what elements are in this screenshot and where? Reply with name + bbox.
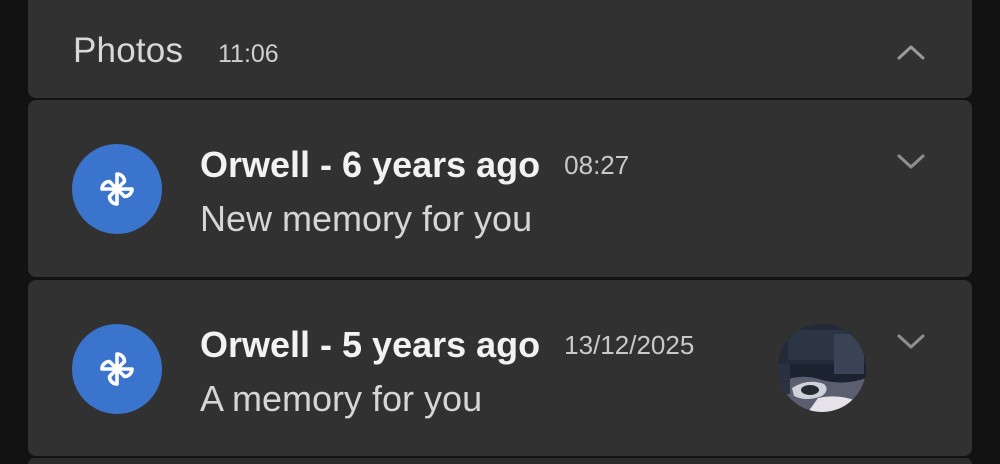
notification-shade: Photos 11:06 Orwell - 6 years ago 08:27 N… [0, 0, 1000, 464]
notification-title-row: Orwell - 6 years ago 08:27 [200, 144, 629, 186]
chevron-up-icon[interactable] [896, 42, 926, 62]
pinwheel-icon [72, 324, 162, 414]
next-notification-edge [28, 458, 972, 464]
notification-body: A memory for you [200, 378, 483, 419]
group-app-name: Photos [73, 31, 184, 70]
notification-group-header[interactable]: Photos 11:06 [28, 0, 972, 98]
notification-title-row: Orwell - 5 years ago 13/12/2025 [200, 324, 694, 366]
group-time: 11:06 [218, 40, 279, 68]
chevron-down-icon[interactable] [896, 151, 926, 171]
notification-body: New memory for you [200, 198, 533, 239]
notification-item[interactable]: Orwell - 5 years ago 13/12/2025 A memory … [28, 280, 972, 456]
notification-time: 08:27 [564, 150, 630, 180]
notification-item[interactable]: Orwell - 6 years ago 08:27 New memory for… [28, 100, 972, 277]
pinwheel-icon [72, 144, 162, 234]
chevron-down-icon[interactable] [896, 331, 926, 351]
notification-time: 13/12/2025 [564, 330, 695, 360]
memory-photo-thumbnail[interactable] [778, 324, 866, 412]
notification-title: Orwell - 6 years ago [200, 144, 541, 185]
notification-title: Orwell - 5 years ago [200, 324, 541, 365]
